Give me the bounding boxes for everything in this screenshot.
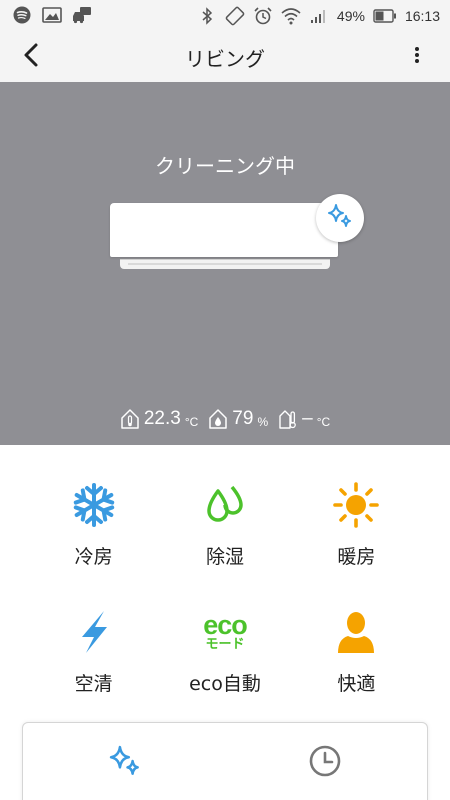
wifi-icon <box>281 6 301 26</box>
indoor-humidity: 79 % <box>208 408 268 430</box>
clock-icon <box>308 744 342 782</box>
image-icon <box>42 5 62 25</box>
indoor-temperature-value: 22.3 <box>143 408 181 429</box>
outdoor-temperature-value: – <box>302 408 313 429</box>
lightning-icon <box>66 605 122 659</box>
page-title: リビング <box>185 47 265 71</box>
timer-button[interactable] <box>303 741 347 785</box>
battery-icon <box>373 6 397 26</box>
mode-eco-auto-button[interactable]: eco モード eco自動 <box>159 605 290 696</box>
sensor-readings: 22.3 °C 79 % – °C <box>0 408 450 430</box>
rotation-icon <box>225 6 245 26</box>
indoor-temperature: 22.3 °C <box>120 408 198 430</box>
mode-dry-button[interactable]: 除湿 <box>159 478 290 569</box>
eco-icon-subtext: モード <box>205 637 245 652</box>
mode-comfort-label: 快適 <box>337 673 376 695</box>
app-bar: リビング <box>0 32 450 82</box>
house-thermometer-icon <box>120 408 140 430</box>
battery-percent: 49% <box>336 8 365 24</box>
snowflake-icon <box>66 478 122 532</box>
house-drop-icon <box>208 408 228 430</box>
bluetooth-icon <box>197 6 217 26</box>
air-conditioner-illustration <box>110 203 338 271</box>
sparkle-icon <box>325 201 355 235</box>
ac-body <box>110 203 338 257</box>
cleaning-button[interactable] <box>103 741 147 785</box>
mode-heat-button[interactable]: 暖房 <box>291 478 422 569</box>
mode-cool-button[interactable]: 冷房 <box>28 478 159 569</box>
eco-mode-icon: eco モード <box>197 605 253 659</box>
operation-status-text: クリーニング中 <box>155 154 295 178</box>
sun-icon <box>328 478 384 532</box>
outdoor-thermometer-icon <box>278 408 298 430</box>
mode-comfort-button[interactable]: 快適 <box>291 605 422 696</box>
indoor-temperature-unit: °C <box>184 414 199 429</box>
device-status-panel: クリーニング中 22.3 °C 79 % – °C <box>0 82 450 445</box>
droplets-icon <box>197 478 253 532</box>
clock-time: 16:13 <box>404 8 440 24</box>
mode-cool-label: 冷房 <box>74 546 113 568</box>
cleaning-badge <box>316 194 364 242</box>
ac-vent <box>120 259 330 269</box>
sparkle-icon <box>106 742 144 784</box>
bottom-action-card <box>22 722 428 800</box>
signal-icon <box>309 6 329 26</box>
mode-dry-label: 除湿 <box>205 546 244 568</box>
person-icon <box>328 605 384 659</box>
mode-air-purify-label: 空清 <box>74 673 113 695</box>
status-bar: 49% 16:13 <box>0 0 450 32</box>
car-icon <box>72 5 92 25</box>
more-options-button[interactable] <box>402 42 432 72</box>
alarm-icon <box>253 6 273 26</box>
mode-grid: 冷房 除湿 暖房 空清 eco モード eco自動 快適 <box>28 478 422 696</box>
mode-eco-auto-label: eco自動 <box>189 673 261 695</box>
eco-icon-text: eco <box>203 610 248 640</box>
mode-air-purify-button[interactable]: 空清 <box>28 605 159 696</box>
indoor-humidity-value: 79 <box>232 408 254 429</box>
spotify-icon <box>12 5 32 25</box>
outdoor-temperature: – °C <box>278 408 330 430</box>
more-vertical-icon <box>414 45 420 69</box>
indoor-humidity-unit: % <box>257 414 269 429</box>
outdoor-temperature-unit: °C <box>316 414 331 429</box>
mode-heat-label: 暖房 <box>337 546 376 568</box>
